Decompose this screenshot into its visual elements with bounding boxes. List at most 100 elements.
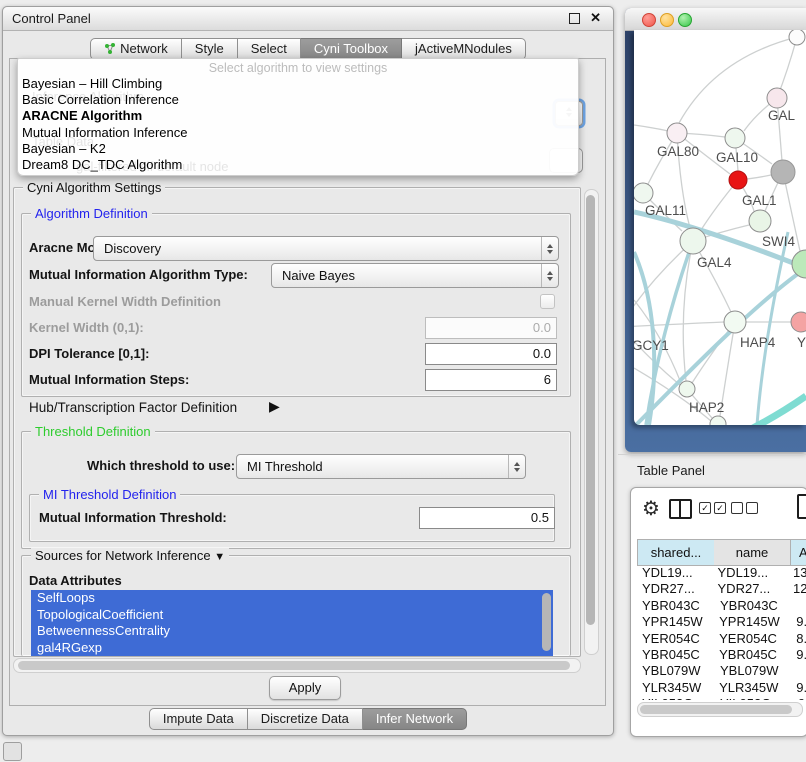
tab-discretize-data[interactable]: Discretize Data	[248, 708, 363, 730]
list-item-selected[interactable]: BetweennessCentrality	[31, 623, 553, 640]
control-panel-tabs: Network Style Select Cyni Toolbox jActiv…	[3, 38, 613, 60]
new-table-icon[interactable]	[797, 494, 806, 519]
column-header-name[interactable]: name	[714, 539, 791, 566]
cell-shared-name: YDR27...	[637, 581, 713, 597]
table-row[interactable]: YPR145WYPR145W9.	[637, 614, 806, 630]
network-node-gal11[interactable]	[634, 183, 653, 203]
table-horizontal-scrollbar[interactable]	[637, 702, 803, 717]
network-node[interactable]	[710, 416, 726, 425]
cell-value: 9.	[791, 614, 806, 630]
apply-button[interactable]: Apply	[269, 676, 341, 700]
tab-select[interactable]: Select	[238, 38, 301, 60]
tab-select-label: Select	[251, 41, 287, 56]
network-node-gal80[interactable]	[667, 123, 687, 143]
table-row[interactable]: YIL052CYIL052C9	[637, 696, 806, 700]
table-row[interactable]: YLR345WYLR345W9.	[637, 680, 806, 696]
tab-jactivemnodules[interactable]: jActiveMNodules	[402, 38, 526, 60]
expand-arrow-icon[interactable]: ▶	[269, 398, 280, 415]
control-panel-titlebar: Control Panel ✕	[3, 7, 613, 31]
list-item-selected[interactable]: TopologicalCoefficient	[31, 607, 553, 624]
algorithm-definition-title: Algorithm Definition	[31, 206, 152, 221]
dropdown-item[interactable]: Dream8 DC_TDC Algorithm	[22, 157, 182, 172]
network-edge[interactable]	[753, 396, 806, 425]
network-canvas[interactable]: GAL GAL80 GAL10 GAL11 GAL1 GAL4 SWI4 GCY…	[634, 30, 806, 425]
network-window-titlebar	[625, 8, 806, 31]
network-node-gal4[interactable]	[680, 228, 706, 254]
deselect-all-columns-icon[interactable]	[731, 502, 761, 520]
mi-threshold-field[interactable]: 0.5	[419, 507, 555, 529]
network-node-pink[interactable]	[791, 312, 806, 332]
maximize-traffic-light-icon[interactable]	[678, 13, 692, 27]
column-header-shared-name[interactable]: shared...	[637, 539, 715, 566]
settings-horizontal-scrollbar[interactable]	[13, 658, 581, 673]
dropdown-item[interactable]: Bayesian – K2	[22, 141, 106, 156]
network-node[interactable]	[789, 30, 805, 45]
network-node-gal1[interactable]	[749, 210, 771, 232]
dropdown-item[interactable]: Basic Correlation Inference	[22, 92, 179, 107]
dropdown-item[interactable]: Bayesian – Hill Climbing	[22, 76, 162, 91]
panel-corner-button[interactable]	[3, 742, 22, 761]
network-node-hap2[interactable]	[679, 381, 695, 397]
network-edge[interactable]	[634, 327, 680, 385]
which-threshold-value: MI Threshold	[237, 459, 508, 474]
table-row[interactable]: YBL079WYBL079W	[637, 663, 806, 679]
manual-kernel-checkbox[interactable]	[540, 294, 555, 309]
cell-value: 9	[793, 696, 805, 700]
kernel-width-field[interactable]: 0.0	[425, 317, 557, 339]
bottom-tabs: Impute Data Discretize Data Infer Networ…	[3, 708, 613, 730]
table-row[interactable]: YDR27...YDR27...12	[637, 581, 806, 597]
table-row[interactable]: YBR045CYBR045C9.	[637, 647, 806, 663]
close-panel-icon[interactable]: ✕	[590, 10, 601, 26]
network-node[interactable]	[767, 88, 787, 108]
tab-style[interactable]: Style	[182, 38, 238, 60]
close-traffic-light-icon[interactable]	[642, 13, 656, 27]
network-node-label: GAL	[768, 108, 796, 123]
network-node-hap4[interactable]	[724, 311, 746, 333]
mi-steps-label: Mutual Information Steps:	[29, 372, 189, 387]
tab-cyni-toolbox[interactable]: Cyni Toolbox	[301, 38, 402, 60]
network-node-gal10[interactable]	[725, 128, 745, 148]
list-item-selected[interactable]: gal4RGexp	[31, 640, 553, 657]
dropdown-item[interactable]: Mutual Information Inference	[22, 125, 187, 140]
network-node-label: Y	[797, 335, 806, 350]
settings-vertical-scrollbar[interactable]	[584, 189, 599, 655]
cell-name: YER054C	[714, 631, 791, 647]
table-row[interactable]: YDL19...YDL19...13	[637, 565, 806, 581]
table-row[interactable]: YBR043CYBR043C	[637, 598, 806, 614]
tab-infer-network[interactable]: Infer Network	[363, 708, 467, 730]
cell-shared-name: YPR145W	[637, 614, 714, 630]
screen: Control Panel ✕ Network Style Select Cyn…	[0, 0, 806, 762]
network-edge[interactable]	[634, 125, 668, 131]
mi-type-label: Mutual Information Algorithm Type:	[29, 267, 248, 282]
cell-name: YBR043C	[715, 598, 793, 614]
network-node-gray[interactable]	[771, 160, 795, 184]
aracne-mode-combo[interactable]: Discovery	[93, 236, 559, 261]
column-header-partial[interactable]: A	[791, 539, 806, 566]
which-threshold-combo[interactable]: MI Threshold	[236, 454, 526, 479]
network-node-label: GAL80	[657, 144, 699, 159]
gear-icon[interactable]: ⚙	[642, 496, 660, 521]
dpi-tolerance-field[interactable]: 0.0	[425, 343, 557, 365]
combo-arrows-icon	[541, 237, 558, 260]
float-panel-icon[interactable]	[569, 13, 580, 24]
tab-network[interactable]: Network	[90, 38, 182, 60]
select-all-columns-icon[interactable]: ✓✓	[699, 502, 729, 520]
table-row[interactable]: YER054CYER054C8.	[637, 631, 806, 647]
network-node-selected-red[interactable]	[729, 171, 747, 189]
cell-name: YIL052C	[715, 696, 793, 700]
dropdown-item-highlighted[interactable]: ARACNE Algorithm	[22, 108, 142, 123]
cell-name: YDR27...	[713, 581, 789, 597]
table-panel-window: ⚙ ✓✓ shared... name A YDL19...YDL19...13…	[630, 487, 806, 737]
mi-type-combo[interactable]: Naive Bayes	[271, 263, 559, 288]
network-edge[interactable]	[634, 322, 724, 327]
column-layout-icon[interactable]	[669, 499, 692, 519]
minimize-traffic-light-icon[interactable]	[660, 13, 674, 27]
list-scrollbar[interactable]	[542, 593, 551, 651]
table-panel-title: Table Panel	[637, 463, 705, 478]
mi-steps-field[interactable]: 6	[425, 369, 557, 391]
tab-impute-data[interactable]: Impute Data	[149, 708, 248, 730]
list-item-selected[interactable]: SelfLoops	[31, 590, 553, 607]
network-node-swi4[interactable]	[792, 250, 806, 278]
collapse-arrow-icon[interactable]: ▼	[214, 551, 225, 563]
tab-impute-data-label: Impute Data	[163, 711, 234, 726]
